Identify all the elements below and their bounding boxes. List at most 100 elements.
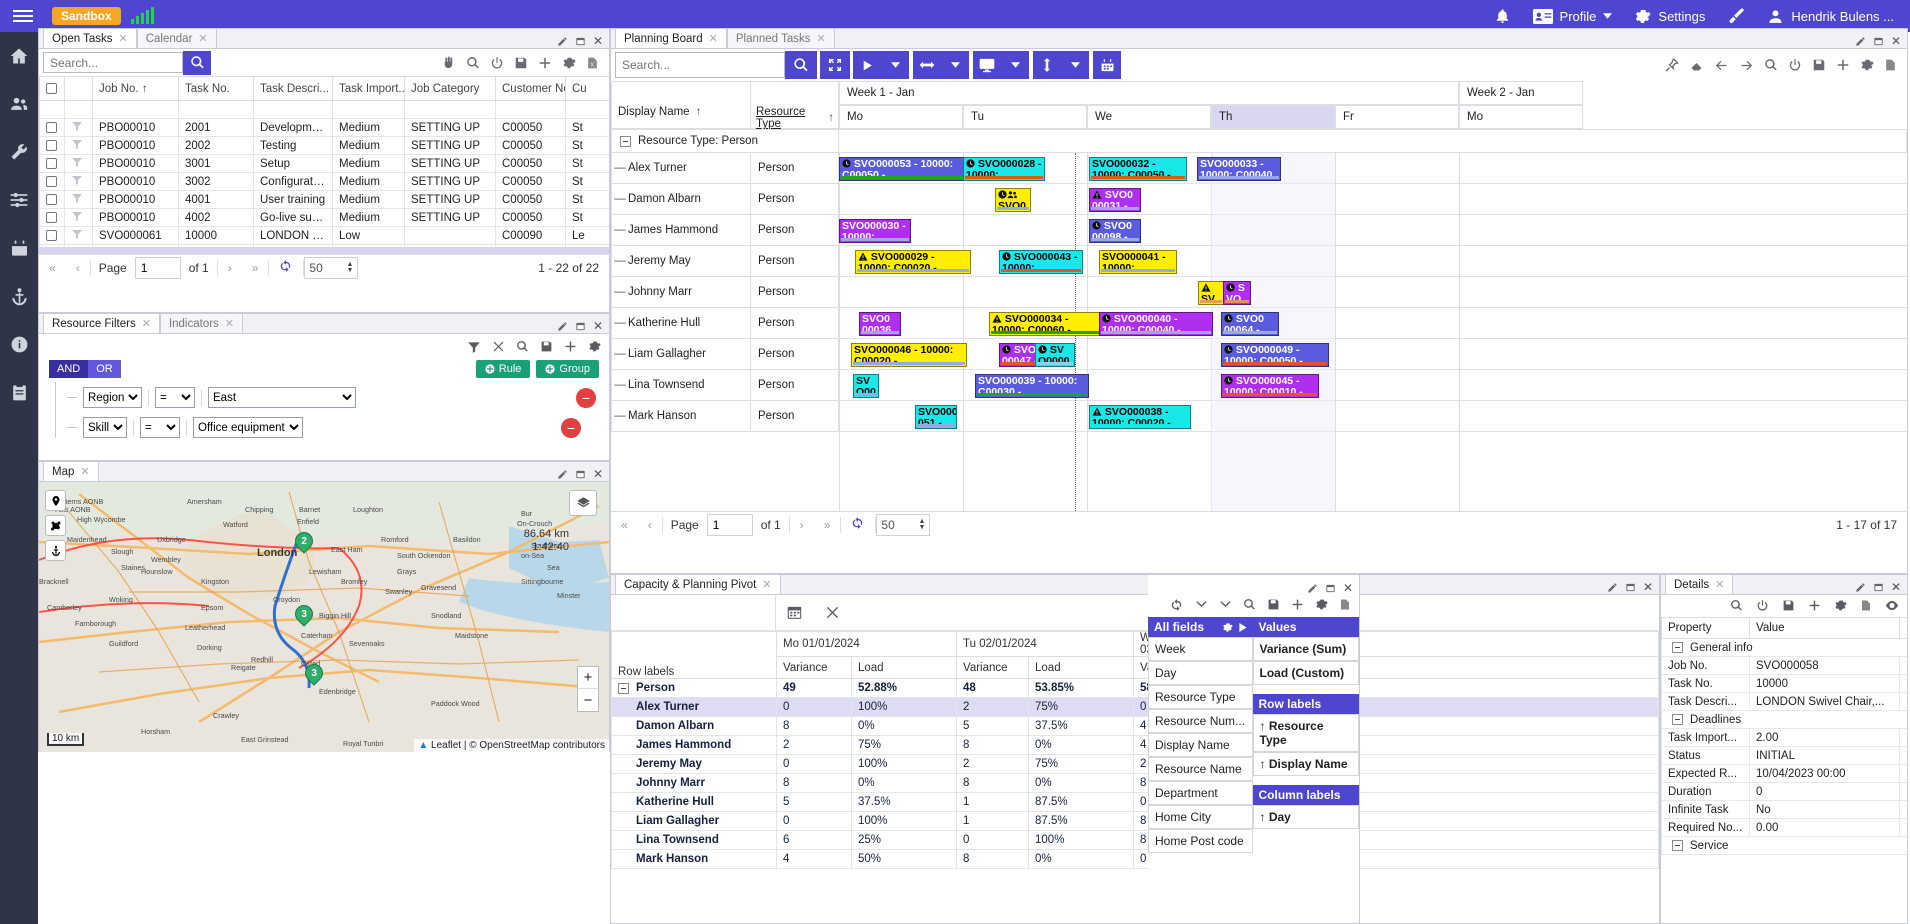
maximize-icon[interactable]: [1873, 36, 1884, 47]
select-all-header[interactable]: [40, 77, 65, 101]
tab-planning-board[interactable]: Planning Board✕: [615, 28, 727, 48]
pivot-row[interactable]: James Hammond275%80%4: [612, 736, 1659, 755]
and-or-toggle[interactable]: AND OR: [49, 360, 121, 378]
last-page-button[interactable]: »: [242, 261, 269, 275]
details-group-row[interactable]: Deadlines: [1662, 711, 1908, 729]
row-checkbox-cell[interactable]: [40, 155, 65, 173]
gantt-resource-row[interactable]: —Alex TurnerPerson: [611, 153, 839, 184]
collapse-icon[interactable]: [1672, 714, 1683, 725]
map-canvas[interactable]: Chilterns AONBHills AONB AmershamChippin…: [39, 482, 609, 752]
table-row[interactable]: PBO000103001SetupMediumSETTING UPC00050S…: [40, 155, 610, 173]
gantt-row-lane[interactable]: [839, 401, 1907, 432]
pivot-row[interactable]: Person4952.88%4853.85%58: [612, 679, 1659, 698]
delete-rule-button[interactable]: −: [576, 388, 596, 408]
collapse-all-icon[interactable]: [1195, 598, 1208, 611]
add-rule-button[interactable]: Rule: [476, 360, 531, 378]
export-excel-icon[interactable]: X: [586, 56, 599, 70]
gantt-container[interactable]: Display Name↑ Resource Type↑ Week 1 - Ja…: [611, 81, 1907, 511]
nav-calendar[interactable]: [0, 224, 38, 272]
save-icon[interactable]: [1812, 58, 1826, 72]
gantt-task-bar[interactable]: SVO000028 - 10000:: [963, 157, 1045, 181]
edit-icon[interactable]: [557, 36, 568, 47]
search-icon[interactable]: [516, 340, 529, 353]
row-label-item[interactable]: ↑ Display Name: [1253, 752, 1360, 776]
gantt-task-bar[interactable]: SVO000041 - 10000:: [1099, 250, 1177, 274]
close-icon[interactable]: ✕: [198, 32, 207, 45]
gantt-resource-row[interactable]: —Lina TownsendPerson: [611, 370, 839, 401]
row-filter-cell[interactable]: [65, 191, 93, 209]
table-row[interactable]: PBO000102001DevelopmentMediumSETTING UPC…: [40, 119, 610, 137]
add-group-button[interactable]: Group: [536, 360, 599, 378]
add-icon[interactable]: [1291, 598, 1304, 611]
play-button[interactable]: [853, 51, 881, 79]
resource-expand-icon[interactable]: —: [612, 410, 628, 422]
refresh-button[interactable]: [269, 259, 303, 276]
delete-rule-button[interactable]: −: [561, 418, 581, 438]
table-row[interactable]: SVO00006110000LONDON Swi...LowC00090Le: [40, 227, 610, 245]
gantt-resource-row[interactable]: —Mark HansonPerson: [611, 401, 839, 432]
col-resource-type[interactable]: Resource Type↑: [750, 106, 840, 130]
add-icon[interactable]: [1836, 58, 1850, 72]
row-checkbox[interactable]: [46, 122, 57, 133]
resource-expand-icon[interactable]: —: [612, 286, 628, 298]
gantt-task-bar[interactable]: SV O00: [853, 374, 879, 398]
next-page-button[interactable]: ›: [218, 261, 242, 275]
col-task-description[interactable]: Task Descri...: [254, 77, 333, 101]
search-icon[interactable]: [466, 56, 480, 70]
refresh-button[interactable]: [841, 516, 875, 533]
day-header[interactable]: Fr: [1335, 105, 1459, 129]
row-filter-cell[interactable]: [65, 155, 93, 173]
field-item[interactable]: Resource Name: [1148, 757, 1253, 781]
gantt-task-bar[interactable]: SVO000043 - 10000:: [999, 250, 1083, 274]
row-filter-cell[interactable]: [65, 173, 93, 191]
gantt-resource-row[interactable]: —Liam GallagherPerson: [611, 339, 839, 370]
gear-icon[interactable]: [1315, 598, 1328, 611]
close-icon[interactable]: ✕: [225, 317, 234, 330]
clear-icon[interactable]: [492, 340, 505, 353]
row-checkbox-cell[interactable]: [40, 209, 65, 227]
day-header[interactable]: Th: [1211, 105, 1335, 129]
gantt-task-bar[interactable]: SVO000049 - 10000: C00050 -: [1221, 343, 1329, 367]
rule-operator-select[interactable]: =: [155, 387, 195, 408]
eye-icon[interactable]: [1885, 599, 1899, 612]
prev-page-button[interactable]: ‹: [66, 261, 90, 275]
gear-icon[interactable]: [588, 340, 601, 353]
gantt-task-bar[interactable]: SVO000032 - 10000: C00050 -: [1089, 157, 1187, 181]
arrow-right-icon[interactable]: [1739, 58, 1754, 73]
page-input[interactable]: [135, 257, 181, 279]
gantt-task-bar[interactable]: SVO0: [995, 188, 1031, 212]
gantt-row-lane[interactable]: [839, 215, 1907, 246]
table-row[interactable]: PBO000104002Go-live supportMediumSETTING…: [40, 209, 610, 227]
page-size-stepper[interactable]: 50 ▲▼: [304, 257, 358, 279]
gantt-task-bar[interactable]: SVO0 00036: [859, 312, 901, 336]
play-icon[interactable]: [1239, 623, 1247, 632]
gantt-task-bar[interactable]: SVO0 00031 -: [1089, 188, 1141, 212]
day-header[interactable]: Mo: [839, 105, 963, 129]
maximize-icon[interactable]: [1873, 582, 1884, 593]
calendar-icon[interactable]: [786, 604, 803, 621]
close-icon[interactable]: ✕: [816, 32, 825, 45]
gear-icon[interactable]: [1222, 622, 1233, 633]
gantt-resource-row[interactable]: —James HammondPerson: [611, 215, 839, 246]
select-all-checkbox[interactable]: [46, 83, 57, 94]
vertical-zoom-button[interactable]: [1033, 51, 1061, 79]
edit-icon[interactable]: [1855, 36, 1866, 47]
horizontal-zoom-dropdown[interactable]: [941, 51, 969, 79]
tab-planned-tasks[interactable]: Planned Tasks✕: [727, 28, 835, 48]
gantt-task-bar[interactable]: SV O0000: [1035, 343, 1075, 367]
details-group-label[interactable]: General info: [1662, 639, 1908, 657]
search-icon[interactable]: [1764, 58, 1778, 72]
calendar-button[interactable]: [1093, 51, 1121, 79]
row-label-item[interactable]: ↑ Resource Type: [1253, 714, 1360, 752]
pivot-row[interactable]: Jeremy May0100%275%2: [612, 755, 1659, 774]
tab-details[interactable]: Details✕: [1665, 574, 1733, 594]
nav-home[interactable]: [0, 32, 38, 80]
display-mode-button[interactable]: [973, 51, 1001, 79]
day-header[interactable]: Tu: [963, 105, 1087, 129]
pivot-row[interactable]: Katherine Hull537.5%187.5%0: [612, 793, 1659, 812]
edit-icon[interactable]: [1307, 583, 1318, 594]
search-icon[interactable]: [1730, 599, 1743, 612]
collapse-icon[interactable]: [1672, 840, 1683, 851]
gantt-resource-row[interactable]: —Jeremy MayPerson: [611, 246, 839, 277]
col-task-importance[interactable]: Task Import...: [333, 77, 405, 101]
